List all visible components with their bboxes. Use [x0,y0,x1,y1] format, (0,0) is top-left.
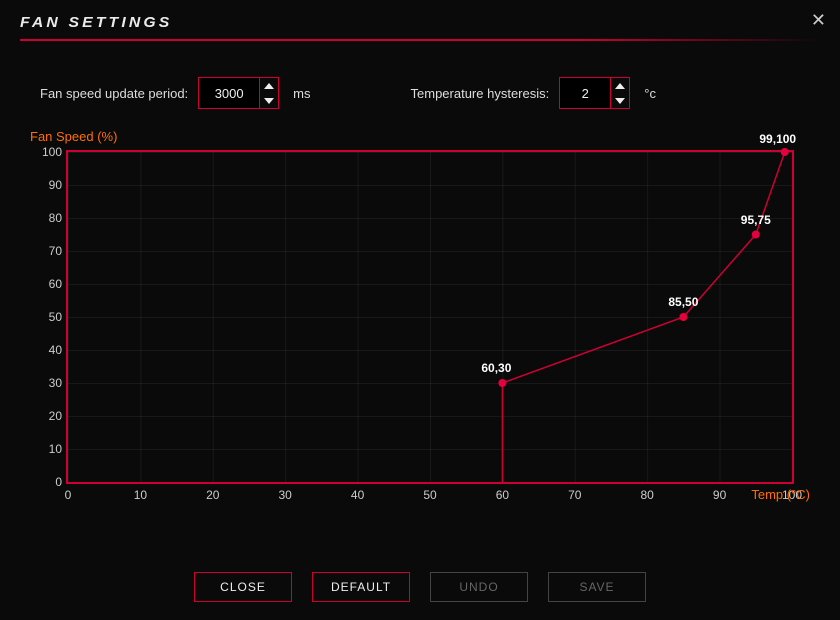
chart-x-tick: 50 [415,488,445,502]
hysteresis-input[interactable] [560,78,610,108]
chart-y-tick: 50 [38,310,62,324]
dialog-title: FAN SETTINGS [20,14,840,31]
hysteresis-label: Temperature hysteresis: [411,86,550,101]
chart-y-tick: 30 [38,376,62,390]
update-period-down-icon[interactable] [260,93,278,108]
chart-x-axis-label: Temp (°C) [751,487,810,502]
hysteresis-unit: °c [644,86,656,101]
chart-y-tick: 20 [38,409,62,423]
default-button[interactable]: DEFAULT [312,572,410,602]
chart-y-tick: 10 [38,442,62,456]
hysteresis-down-icon[interactable] [611,93,629,108]
chart-x-tick: 90 [705,488,735,502]
undo-button: UNDO [430,572,528,602]
chart-y-tick: 0 [38,475,62,489]
chart-y-tick: 60 [38,277,62,291]
chart-y-tick: 100 [38,145,62,159]
hysteresis-stepper[interactable] [559,77,630,109]
chart-y-tick: 40 [38,343,62,357]
chart-x-tick: 0 [53,488,83,502]
chart-y-tick: 70 [38,244,62,258]
chart-x-tick: 60 [487,488,517,502]
fan-curve-point[interactable] [679,313,687,321]
close-icon[interactable]: ✕ [811,10,826,31]
chart-y-tick: 80 [38,211,62,225]
chart-x-tick: 10 [125,488,155,502]
fan-curve-line[interactable] [68,152,792,482]
chart-x-tick: 30 [270,488,300,502]
fan-curve-point[interactable] [752,231,760,239]
close-button[interactable]: CLOSE [194,572,292,602]
update-period-stepper[interactable] [198,77,279,109]
save-button: SAVE [548,572,646,602]
chart-x-tick: 40 [343,488,373,502]
header-divider [20,39,820,41]
fan-curve-point[interactable] [781,148,789,156]
fan-curve-point-label: 60,30 [481,361,511,375]
update-period-input[interactable] [199,78,259,108]
chart-y-axis-label: Fan Speed (%) [30,129,810,144]
update-period-label: Fan speed update period: [40,86,188,101]
fan-curve-chart[interactable]: 0102030405060708090100010203040506070809… [66,150,794,484]
update-period-unit: ms [293,86,310,101]
fan-curve-point-label: 99,100 [759,132,796,146]
chart-x-tick: 80 [632,488,662,502]
hysteresis-up-icon[interactable] [611,78,629,93]
chart-x-tick: 20 [198,488,228,502]
chart-x-tick: 70 [560,488,590,502]
fan-curve-point-label: 85,50 [668,295,698,309]
fan-curve-point[interactable] [498,379,506,387]
chart-y-tick: 90 [38,178,62,192]
update-period-up-icon[interactable] [260,78,278,93]
fan-curve-point-label: 95,75 [741,213,771,227]
